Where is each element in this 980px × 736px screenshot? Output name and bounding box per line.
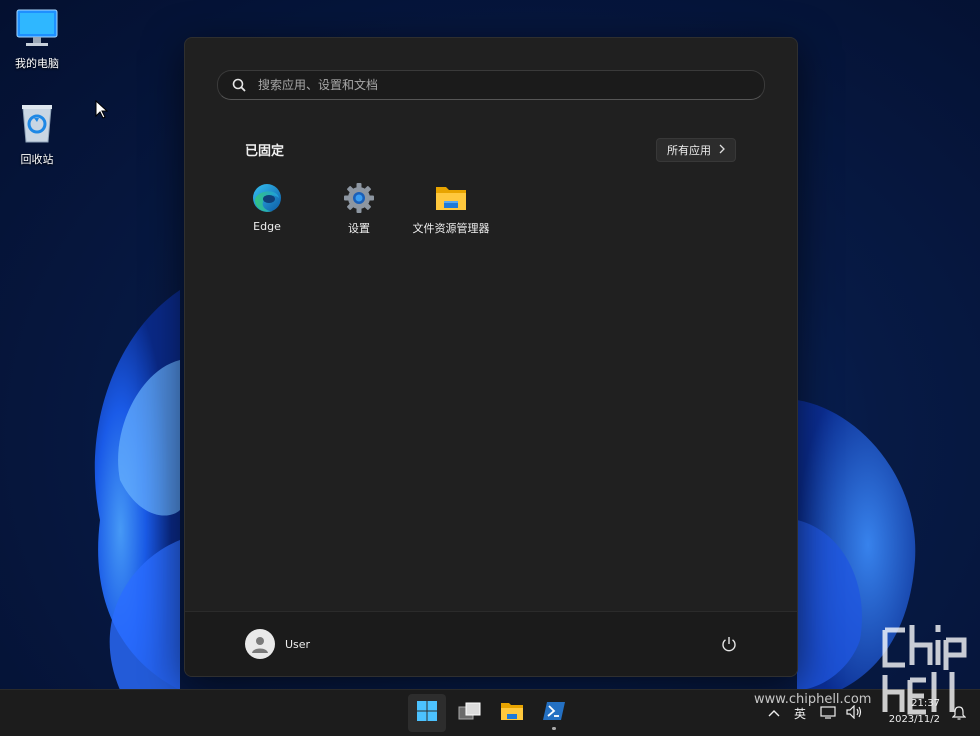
start-menu: 已固定 所有应用 (184, 37, 798, 677)
desktop-icon-my-computer[interactable]: 我的电脑 (2, 8, 72, 71)
start-menu-footer: User (185, 611, 797, 676)
volume-icon[interactable] (846, 704, 864, 722)
ime-indicator[interactable]: 英 (794, 705, 806, 722)
user-account-button[interactable]: User (245, 629, 310, 659)
pinned-app-label: Edge (253, 220, 281, 233)
task-view-button[interactable] (451, 694, 489, 732)
recycle-bin-icon (2, 102, 72, 147)
start-search-box[interactable] (217, 70, 765, 100)
taskbar-powershell-button[interactable] (535, 694, 573, 732)
edge-icon (251, 182, 283, 214)
pinned-app-edge[interactable]: Edge (221, 178, 313, 238)
chevron-up-icon[interactable] (768, 706, 780, 720)
pinned-app-settings[interactable]: 设置 (313, 178, 405, 238)
pinned-section-title: 已固定 (245, 144, 285, 159)
pinned-apps-grid: Edge 设置 文件资源管理器 (221, 178, 497, 238)
user-name: User (285, 637, 311, 651)
file-explorer-folder-icon (434, 182, 468, 214)
search-input[interactable] (256, 77, 720, 93)
start-icon (416, 700, 438, 726)
mouse-cursor-icon (95, 100, 109, 119)
task-view-icon (458, 701, 482, 725)
pinned-app-label: 设置 (348, 222, 370, 235)
monitor-icon (2, 8, 72, 51)
file-explorer-icon (500, 700, 524, 726)
desktop-icon-label: 我的电脑 (15, 57, 59, 70)
pinned-app-file-explorer[interactable]: 文件资源管理器 (405, 178, 497, 238)
settings-gear-icon (343, 182, 375, 214)
desktop-icon-recycle-bin[interactable]: 回收站 (2, 102, 72, 167)
all-apps-button[interactable]: 所有应用 (656, 138, 736, 162)
chiphell-logo-icon (882, 625, 967, 715)
powershell-icon (542, 700, 566, 726)
network-icon[interactable] (820, 705, 836, 722)
running-indicator (552, 727, 556, 730)
search-icon (232, 78, 246, 92)
desktop-icon-label: 回收站 (20, 153, 54, 166)
chevron-right-icon (719, 144, 725, 157)
taskbar-file-explorer-button[interactable] (493, 694, 531, 732)
all-apps-label: 所有应用 (667, 144, 711, 157)
power-icon[interactable] (721, 636, 737, 656)
start-button[interactable] (408, 694, 446, 732)
user-avatar-icon (245, 629, 275, 659)
watermark-text: www.chiphell.com (754, 692, 872, 707)
pinned-app-label: 文件资源管理器 (412, 222, 490, 235)
